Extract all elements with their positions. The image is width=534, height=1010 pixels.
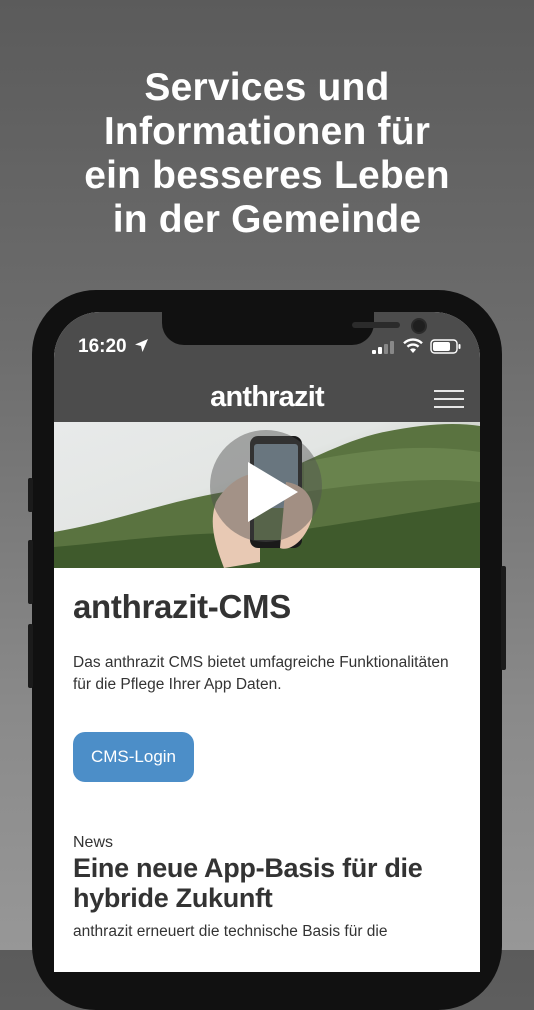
app-logo: anthrazit bbox=[210, 381, 324, 413]
promo-headline: Services und Informationen für ein besse… bbox=[0, 66, 534, 242]
cms-login-button[interactable]: CMS-Login bbox=[73, 732, 194, 782]
news-category-label: News bbox=[73, 834, 114, 851]
speaker-grille bbox=[352, 322, 400, 328]
headline-line-3: ein besseres Leben bbox=[84, 154, 450, 197]
phone-screen: 16:20 anthrazit anthrazit-CMS Das anthra… bbox=[54, 312, 480, 972]
hero-video[interactable] bbox=[54, 422, 480, 568]
wifi-icon bbox=[403, 338, 423, 353]
headline-line-4: in der Gemeinde bbox=[112, 198, 422, 241]
news-article-title[interactable]: Eine neue App-Basis für die hybride Zuku… bbox=[73, 853, 473, 913]
menu-line-icon bbox=[434, 398, 464, 400]
phone-notch bbox=[162, 312, 427, 345]
front-camera bbox=[411, 318, 427, 334]
headline-line-2: Informationen für bbox=[103, 110, 431, 153]
app-header: anthrazit bbox=[54, 374, 480, 422]
play-icon bbox=[248, 462, 298, 522]
location-arrow-icon bbox=[135, 339, 148, 352]
status-bar: 16:20 bbox=[54, 312, 480, 378]
status-time: 16:20 bbox=[78, 336, 127, 357]
news-article-teaser: anthrazit erneuert die technische Basis … bbox=[73, 923, 388, 940]
cellular-signal-icon bbox=[372, 341, 394, 354]
battery-icon bbox=[430, 339, 461, 354]
hamburger-menu-button[interactable] bbox=[434, 388, 466, 410]
headline-line-1: Services und bbox=[144, 66, 390, 109]
phone-side-button bbox=[28, 478, 33, 512]
menu-line-icon bbox=[434, 406, 464, 408]
phone-volume-up-button bbox=[28, 540, 33, 604]
menu-line-icon bbox=[434, 390, 464, 392]
phone-power-button bbox=[501, 566, 506, 670]
cms-description: Das anthrazit CMS bietet umfagreiche Fun… bbox=[73, 654, 449, 693]
phone-volume-down-button bbox=[28, 624, 33, 688]
cms-section-title: anthrazit-CMS bbox=[73, 588, 291, 625]
